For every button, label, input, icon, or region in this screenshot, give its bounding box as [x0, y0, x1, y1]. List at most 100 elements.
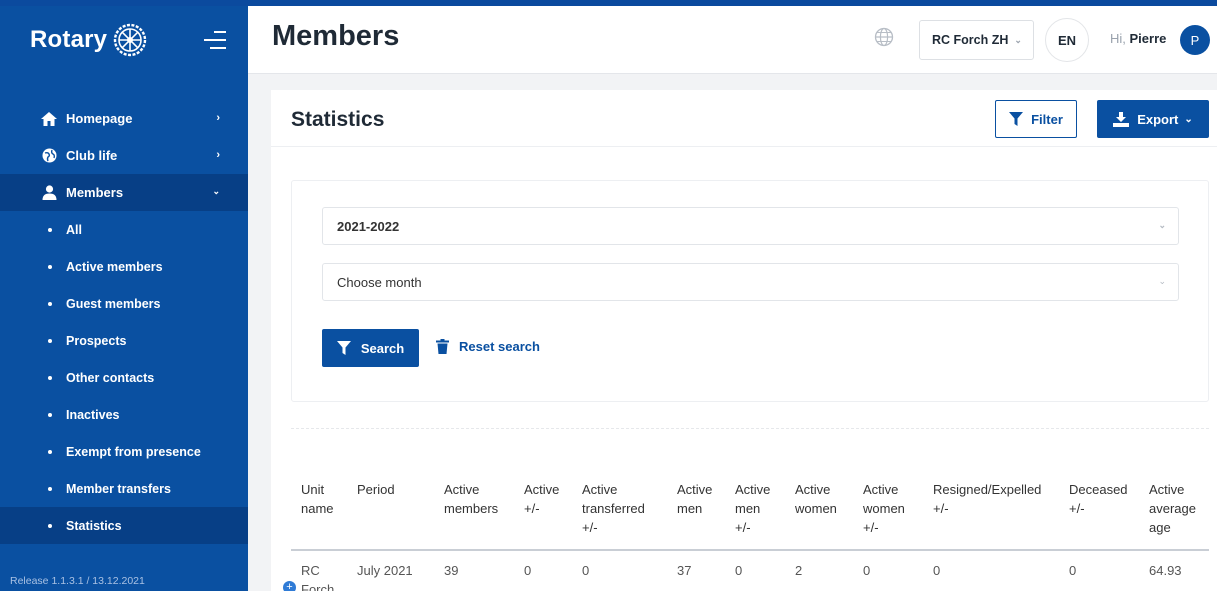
- sidebar-item-members[interactable]: Members ⌄: [0, 174, 248, 211]
- header-line: Active: [444, 482, 480, 497]
- chevron-down-icon: ⌄: [1014, 34, 1022, 45]
- header-line: Active: [735, 482, 771, 497]
- header-line: Resigned/Expelled: [933, 482, 1042, 497]
- header-line: Deceased: [1069, 482, 1128, 497]
- header-line: Active: [582, 482, 618, 497]
- column-header-resigned-expelled[interactable]: Resigned/Expelled +/-: [923, 470, 1059, 551]
- cell-resigned-expelled: 0: [933, 563, 941, 578]
- sidebar-item-homepage[interactable]: Homepage ›: [0, 100, 248, 137]
- divider: [291, 428, 1209, 429]
- page-title: Members: [272, 20, 400, 52]
- greeting-text: Hi,: [1110, 31, 1126, 46]
- cell-active-members: 39: [444, 563, 459, 578]
- filter-icon: [1009, 112, 1024, 126]
- cell-period: July 2021: [357, 563, 413, 578]
- table-header-row: Unit name Period Active members Active +/- …: [291, 470, 1209, 551]
- header-line: women: [795, 501, 837, 516]
- globe-icon: [40, 148, 58, 164]
- sidebar-subitem-inactives[interactable]: Inactives: [0, 396, 248, 433]
- header-line: +/-: [1069, 501, 1085, 516]
- sidebar-subitem-active-members[interactable]: Active members: [0, 248, 248, 285]
- card-title: Statistics: [291, 108, 385, 131]
- month-select[interactable]: Choose month ⌄: [322, 263, 1179, 301]
- sidebar-subitem-label: Prospects: [66, 333, 127, 348]
- brand-logo-text: Rotary: [30, 26, 108, 53]
- sidebar-subitem-label: Member transfers: [66, 481, 171, 496]
- chevron-down-icon: ⌄: [1184, 113, 1193, 125]
- user-icon: [40, 185, 58, 201]
- menu-toggle-icon[interactable]: [198, 28, 226, 52]
- year-select[interactable]: 2021-2022 ⌄: [322, 207, 1179, 245]
- sidebar-subitem-prospects[interactable]: Prospects: [0, 322, 248, 359]
- sidebar-item-label: Members: [66, 185, 124, 200]
- cell-active-men: 37: [677, 563, 692, 578]
- header-line: average: [1149, 501, 1196, 516]
- avatar[interactable]: P: [1180, 25, 1210, 55]
- header-line: Active: [524, 482, 560, 497]
- user-greeting: Hi, Pierre: [1110, 31, 1166, 46]
- chevron-down-icon: ⌄: [1158, 220, 1166, 230]
- header-line: +/-: [933, 501, 949, 516]
- header-line: members: [444, 501, 499, 516]
- column-header-unit-name[interactable]: Unit name: [291, 470, 347, 551]
- sidebar-subitem-other-contacts[interactable]: Other contacts: [0, 359, 248, 396]
- column-header-active-men[interactable]: Active men: [667, 470, 725, 551]
- sidebar-subitem-label: Exempt from presence: [66, 444, 201, 459]
- column-header-active-men-diff[interactable]: Active men +/-: [725, 470, 785, 551]
- year-select-value: 2021-2022: [337, 218, 400, 234]
- header-line: men: [735, 501, 761, 516]
- cell-active-women-diff: 0: [863, 563, 871, 578]
- header-line: Unit: [301, 482, 325, 497]
- export-button[interactable]: Export ⌄: [1097, 100, 1209, 138]
- sidebar-subitem-member-transfers[interactable]: Member transfers: [0, 470, 248, 507]
- club-select[interactable]: RC Forch ZH ⌄: [919, 20, 1034, 60]
- column-header-active-diff[interactable]: Active +/-: [514, 470, 572, 551]
- sidebar-item-club-life[interactable]: Club life ›: [0, 137, 248, 174]
- header-line: Active: [677, 482, 713, 497]
- sidebar-subitem-label: Inactives: [66, 407, 120, 422]
- header: Members RC Forch ZH ⌄ EN Hi, Pierre P: [248, 6, 1217, 74]
- cell-active-women: 2: [795, 563, 803, 578]
- header-line: Active: [795, 482, 831, 497]
- download-icon: [1113, 111, 1130, 127]
- filter-button-label: Filter: [1031, 111, 1063, 127]
- sidebar-subitem-guest-members[interactable]: Guest members: [0, 285, 248, 322]
- column-header-active-women-diff[interactable]: Active women +/-: [853, 470, 923, 551]
- header-line: Period: [357, 482, 395, 497]
- header-line: +/-: [735, 520, 751, 535]
- header-line: +/-: [582, 520, 598, 535]
- brand: Rotary: [0, 6, 248, 74]
- sidebar-subitem-label: Statistics: [66, 518, 122, 533]
- filter-panel: 2021-2022 ⌄ Choose month ⌄ Search Reset …: [291, 180, 1209, 402]
- chevron-down-icon: ⌄: [1158, 276, 1166, 286]
- header-line: +/-: [863, 520, 879, 535]
- language-switcher[interactable]: EN: [1045, 18, 1089, 62]
- sidebar-subitem-all[interactable]: All: [0, 211, 248, 248]
- column-header-deceased[interactable]: Deceased +/-: [1059, 470, 1139, 551]
- table-row: RC Forch + July 2021 39 0 0 37 0 2 0 0 0…: [283, 550, 1209, 591]
- reset-search-button[interactable]: Reset search: [436, 339, 540, 354]
- sidebar-subitem-label: Guest members: [66, 296, 161, 311]
- sidebar-subitem-statistics[interactable]: Statistics: [0, 507, 248, 544]
- divider: [271, 146, 1217, 147]
- trash-icon: [436, 339, 449, 354]
- column-header-active-members[interactable]: Active members: [434, 470, 514, 551]
- search-button-label: Search: [360, 340, 405, 356]
- header-line: age: [1149, 520, 1171, 535]
- release-version: Release 1.1.3.1 / 13.12.2021: [10, 575, 145, 587]
- column-header-average-age[interactable]: Active average age: [1139, 470, 1209, 551]
- cell-average-age: 64.93: [1149, 563, 1182, 578]
- sidebar-subitem-exempt-from-presence[interactable]: Exempt from presence: [0, 433, 248, 470]
- column-header-active-transferred[interactable]: Active transferred +/-: [572, 470, 667, 551]
- cell-active-diff: 0: [524, 563, 532, 578]
- cell-active-men-diff: 0: [735, 563, 743, 578]
- sidebar-item-label: Homepage: [66, 111, 133, 126]
- search-button[interactable]: Search: [322, 329, 419, 367]
- column-header-period[interactable]: Period: [347, 470, 434, 551]
- month-select-value: Choose month: [337, 274, 422, 290]
- filter-button[interactable]: Filter: [995, 100, 1077, 138]
- globe-icon[interactable]: [874, 27, 894, 47]
- sidebar-subitem-label: Active members: [66, 259, 163, 274]
- column-header-active-women[interactable]: Active women: [785, 470, 853, 551]
- expand-row-icon[interactable]: +: [283, 581, 296, 591]
